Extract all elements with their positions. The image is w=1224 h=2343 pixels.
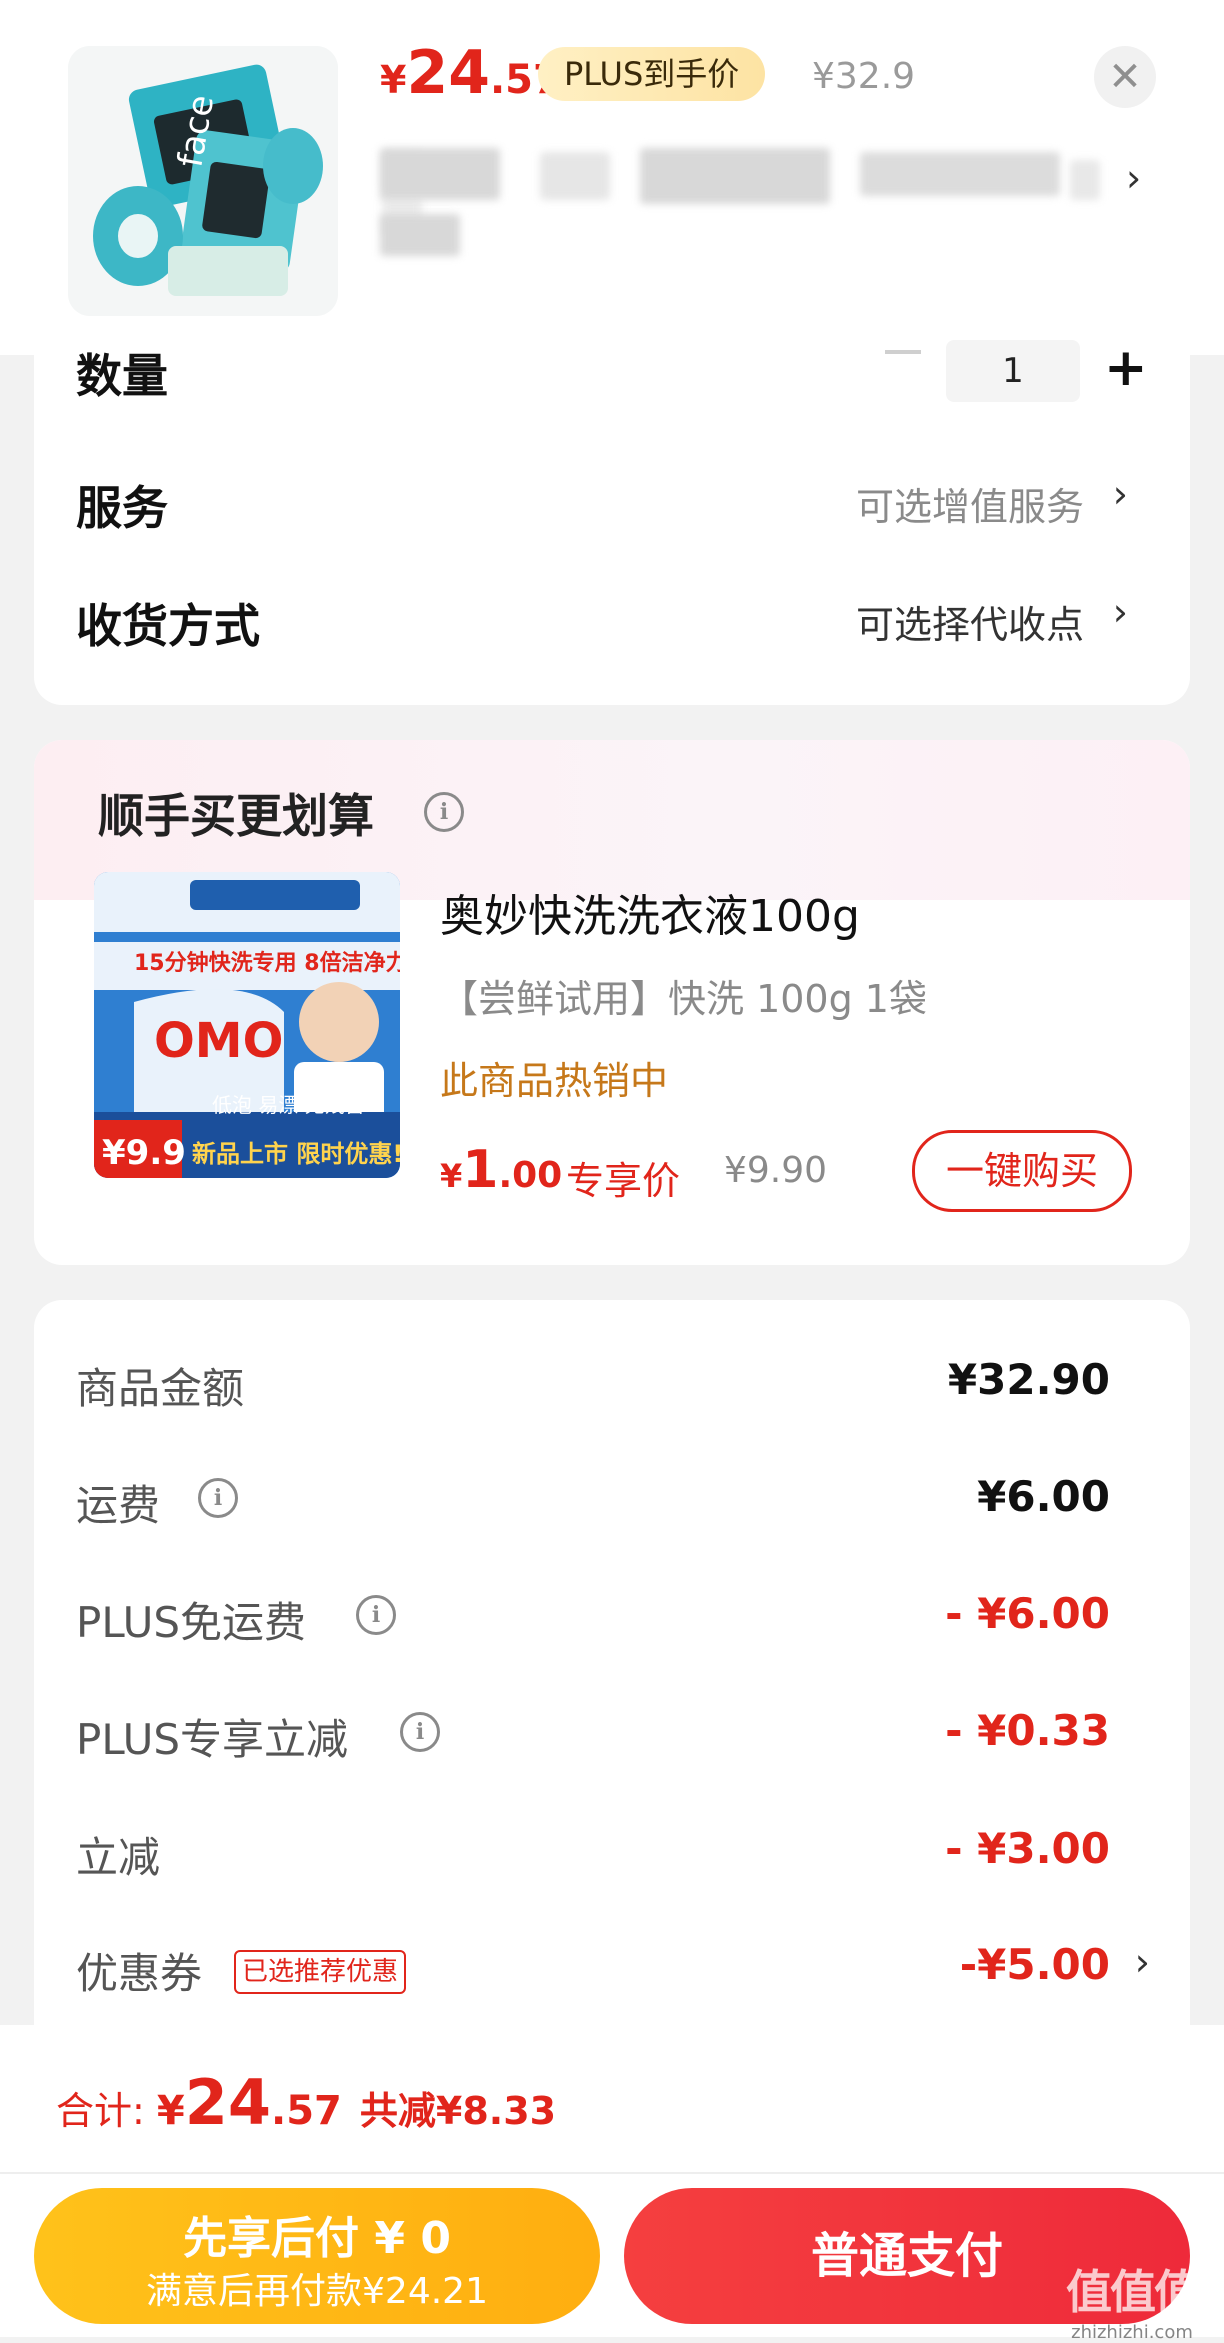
- info-icon[interactable]: i: [198, 1478, 238, 1518]
- delivery-value: 可选择代收点: [855, 603, 1084, 647]
- title-more-arrow[interactable]: ›: [1126, 156, 1141, 200]
- quantity-increase-button[interactable]: +: [1104, 342, 1148, 394]
- breakdown-row-goods: 商品金额 ¥32.90: [34, 1355, 1190, 1415]
- breakdown-row-plus-free-shipping: PLUS免运费 i - ¥6.00: [34, 1589, 1190, 1649]
- svg-text:¥9.9: ¥9.9: [102, 1133, 186, 1173]
- fee-value: ¥6.00: [977, 1472, 1110, 1521]
- breakdown-row-plus-discount: PLUS专享立减 i - ¥0.33: [34, 1706, 1190, 1766]
- chevron-right-icon: ›: [1112, 472, 1128, 516]
- svg-text:新品上市 限时优惠!: 新品上市 限时优惠!: [192, 1140, 400, 1168]
- watermark-url: zhizhizhi.com: [1071, 2322, 1193, 2343]
- total-label: 合计:: [56, 2089, 157, 2133]
- recommended-coupon-tag: 已选推荐优惠: [234, 1950, 407, 1994]
- svg-text:OMO: OMO: [154, 1013, 283, 1069]
- recommended-product-spec: 【尝鲜试用】快洗 100g 1袋: [440, 977, 927, 1021]
- total-saved: 共减¥8.33: [359, 2089, 557, 2133]
- header-price: ¥24.57: [380, 38, 561, 108]
- currency-symbol: ¥: [380, 58, 407, 102]
- svg-text:15分钟快洗专用 8倍洁净力: 15分钟快洗专用 8倍洁净力: [134, 950, 400, 976]
- original-price: ¥32.9: [812, 56, 916, 97]
- fee-label: 立减: [76, 1833, 161, 1882]
- blurred-product-title[interactable]: [300, 140, 1160, 270]
- close-icon: ✕: [1108, 54, 1142, 100]
- recommendation-title: 顺手买更划算: [98, 789, 374, 843]
- exclusive-price-label: 专享价: [566, 1159, 681, 1203]
- fee-label: 商品金额: [76, 1364, 245, 1413]
- quantity-input[interactable]: 1: [946, 340, 1080, 402]
- breakdown-row-coupon[interactable]: 优惠券 -¥5.00 ›: [34, 1940, 1190, 2000]
- fee-value: ¥32.90: [947, 1355, 1110, 1404]
- fee-value: - ¥6.00: [945, 1589, 1110, 1638]
- one-click-buy-button[interactable]: 一键购买: [912, 1130, 1132, 1212]
- pay-later-title: 先享后付 ¥ 0: [183, 2213, 451, 2264]
- fee-label: 运费: [76, 1481, 161, 1530]
- price-integer: 1: [462, 1140, 499, 1200]
- service-value: 可选增值服务: [855, 485, 1084, 529]
- svg-text:低泡 易漂 无残留: 低泡 易漂 无残留: [212, 1093, 365, 1117]
- total-decimal: .57: [271, 2088, 342, 2134]
- info-icon[interactable]: i: [356, 1595, 396, 1635]
- product-thumbnail[interactable]: face: [68, 46, 338, 316]
- fee-value: - ¥3.00: [945, 1824, 1110, 1873]
- recommended-original-price: ¥9.90: [724, 1150, 828, 1191]
- hot-selling-label: 此商品热销中: [440, 1059, 669, 1103]
- total-integer: 24: [184, 2066, 272, 2139]
- quantity-label: 数量: [76, 349, 168, 403]
- recommended-price: ¥1.00: [440, 1140, 562, 1200]
- delivery-row[interactable]: 收货方式 可选择代收点 ›: [34, 578, 1190, 658]
- chevron-right-icon: ›: [1112, 590, 1128, 634]
- omo-detergent-image[interactable]: OMO 低泡 易漂 无残留 ¥9.9 新品上市 限时优惠! 15分钟快洗专用 8…: [94, 872, 400, 1178]
- currency-symbol: ¥: [440, 1157, 463, 1195]
- delivery-label: 收货方式: [76, 599, 260, 653]
- detergent-pack-illustration: OMO 低泡 易漂 无残留 ¥9.9 新品上市 限时优惠! 15分钟快洗专用 8…: [94, 872, 400, 1178]
- breakdown-row-shipping: 运费 i ¥6.00: [34, 1472, 1190, 1532]
- pay-later-button[interactable]: 先享后付 ¥ 0 满意后再付款¥24.21: [34, 2188, 600, 2324]
- site-watermark: 值值值 zhizhizhi.com: [1066, 2256, 1200, 2343]
- watermark-logo: 值值值: [1066, 2265, 1200, 2319]
- close-button[interactable]: ✕: [1094, 46, 1156, 108]
- service-row[interactable]: 服务 可选增值服务 ›: [34, 460, 1190, 540]
- currency-symbol: ¥: [156, 2088, 185, 2134]
- quantity-decrease-button[interactable]: [885, 350, 921, 354]
- price-integer: 24: [406, 38, 490, 108]
- chevron-right-icon: ›: [1134, 1940, 1150, 1984]
- service-label: 服务: [76, 481, 168, 535]
- info-icon[interactable]: i: [400, 1712, 440, 1752]
- fee-value: - ¥0.33: [945, 1706, 1110, 1755]
- fee-value: -¥5.00: [959, 1940, 1110, 1989]
- fee-label: PLUS免运费: [76, 1598, 307, 1647]
- fee-label: PLUS专享立减: [76, 1715, 349, 1764]
- price-decimal: .00: [498, 1155, 563, 1196]
- recommended-product-name[interactable]: 奥妙快洗洗衣液100g: [440, 880, 860, 944]
- breakdown-row-instant-discount: 立减 - ¥3.00: [34, 1824, 1190, 1884]
- plus-price-tag: PLUS到手价: [538, 47, 766, 101]
- divider: [0, 2172, 1224, 2174]
- tissue-pack-image: face: [68, 46, 338, 316]
- order-total: 合计: ¥24.57 共减¥8.33: [56, 2066, 556, 2139]
- fee-label: 优惠券: [76, 1949, 203, 1998]
- pay-later-subtitle: 满意后再付款¥24.21: [146, 2271, 488, 2312]
- info-icon[interactable]: i: [424, 792, 464, 832]
